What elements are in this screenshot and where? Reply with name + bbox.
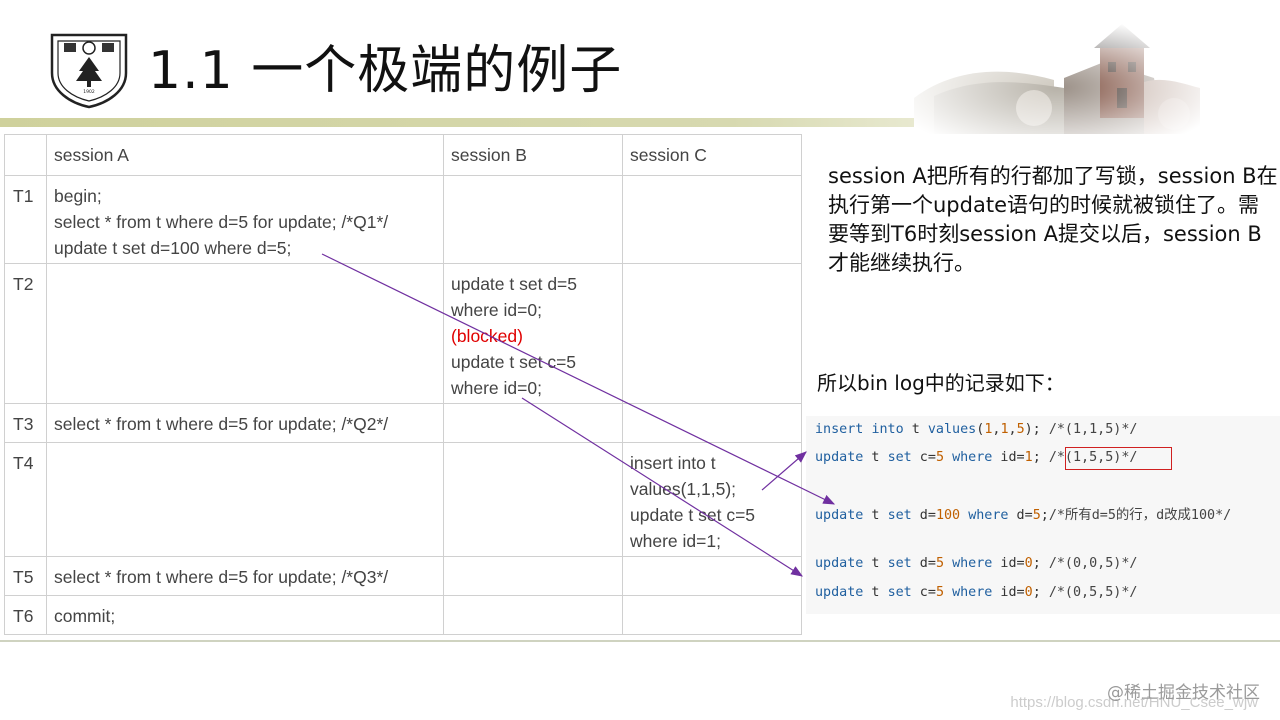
table-row: T3 select * from t where d=5 for update;… bbox=[4, 403, 802, 443]
time-cell: T2 bbox=[4, 263, 47, 404]
code-line: update t set c=5 where id=0; /*(0,5,5)*/ bbox=[815, 585, 1138, 600]
header-cell-session-b: session B bbox=[443, 134, 623, 176]
code-line: update t set d=5 where id=0; /*(0,0,5)*/ bbox=[815, 556, 1138, 571]
building-image bbox=[914, 18, 1200, 134]
session-b-cell: update t set d=5 where id=0; (blocked) u… bbox=[443, 263, 623, 404]
code-line: insert into t bbox=[630, 453, 716, 473]
header-rule bbox=[0, 118, 916, 127]
header-cell-session-c: session C bbox=[622, 134, 802, 176]
time-cell: T1 bbox=[4, 175, 47, 264]
table-row: T4 insert into t values(1,1,5); update t… bbox=[4, 442, 802, 557]
session-c-cell bbox=[622, 175, 802, 264]
code-line: commit; bbox=[54, 606, 116, 626]
code-line: update t set d=100 where d=5;/*所有d=5的行，d… bbox=[815, 508, 1232, 523]
session-a-cell bbox=[46, 263, 444, 404]
code-line: select * from t where d=5 for update; /*… bbox=[54, 414, 389, 434]
session-c-cell: insert into t values(1,1,5); update t se… bbox=[622, 442, 802, 557]
table-row: T6 commit; bbox=[4, 595, 802, 635]
code-line: update t set d=5 bbox=[451, 274, 578, 294]
session-a-cell: select * from t where d=5 for update; /*… bbox=[46, 556, 444, 596]
svg-text:1902: 1902 bbox=[83, 89, 95, 95]
time-cell: T3 bbox=[4, 403, 47, 443]
table-row: T2 update t set d=5 where id=0; (blocked… bbox=[4, 263, 802, 404]
session-c-cell bbox=[622, 595, 802, 635]
session-b-cell bbox=[443, 442, 623, 557]
code-line: update t set c=5 bbox=[630, 505, 756, 525]
blocked-label: (blocked) bbox=[451, 326, 523, 346]
code-line: select * from t where d=5 for update; /*… bbox=[54, 567, 389, 587]
session-a-cell bbox=[46, 442, 444, 557]
code-line: insert into t values(1,1,5); /*(1,1,5)*/ bbox=[815, 422, 1138, 437]
code-line: begin; bbox=[54, 186, 102, 206]
page-title: 1.1 一个极端的例子 bbox=[148, 41, 623, 101]
session-a-cell: select * from t where d=5 for update; /*… bbox=[46, 403, 444, 443]
time-cell: T4 bbox=[4, 442, 47, 557]
session-c-cell bbox=[622, 556, 802, 596]
code-line: where id=0; bbox=[451, 300, 542, 320]
code-line: where id=1; bbox=[630, 531, 721, 551]
time-cell: T5 bbox=[4, 556, 47, 596]
code-line: update t set d=100 where d=5; bbox=[54, 238, 292, 258]
session-b-cell bbox=[443, 403, 623, 443]
binlog-heading: 所以bin log中的记录如下： bbox=[817, 371, 1065, 395]
explanation-text: session A把所有的行都加了写锁，session B在执行第一个updat… bbox=[828, 164, 1278, 275]
session-table: session A session B session C T1 begin; … bbox=[4, 134, 802, 635]
header-cell-session-a: session A bbox=[46, 134, 444, 176]
time-cell: T6 bbox=[4, 595, 47, 635]
binlog-code-block: insert into t values(1,1,5); /*(1,1,5)*/… bbox=[806, 416, 1280, 614]
session-c-cell bbox=[622, 263, 802, 404]
code-line: update t set c=5 bbox=[451, 352, 577, 372]
code-line: where id=0; bbox=[451, 378, 542, 398]
header-cell bbox=[4, 134, 47, 176]
session-a-cell: commit; bbox=[46, 595, 444, 635]
table-row: T5 select * from t where d=5 for update;… bbox=[4, 556, 802, 596]
session-b-cell bbox=[443, 595, 623, 635]
session-a-cell: begin; select * from t where d=5 for upd… bbox=[46, 175, 444, 264]
footer-rule bbox=[0, 640, 1280, 642]
table-row: T1 begin; select * from t where d=5 for … bbox=[4, 175, 802, 264]
table-header-row: session A session B session C bbox=[4, 134, 802, 176]
code-line: select * from t where d=5 for update; /*… bbox=[54, 212, 389, 232]
session-b-cell bbox=[443, 175, 623, 264]
code-line: values(1,1,5); bbox=[630, 479, 737, 499]
session-b-cell bbox=[443, 556, 623, 596]
session-c-cell bbox=[622, 403, 802, 443]
highlight-box bbox=[1065, 447, 1172, 470]
university-seal-icon: 1902 bbox=[50, 33, 128, 109]
watermark: @稀土掘金技术社区 bbox=[1107, 683, 1260, 703]
